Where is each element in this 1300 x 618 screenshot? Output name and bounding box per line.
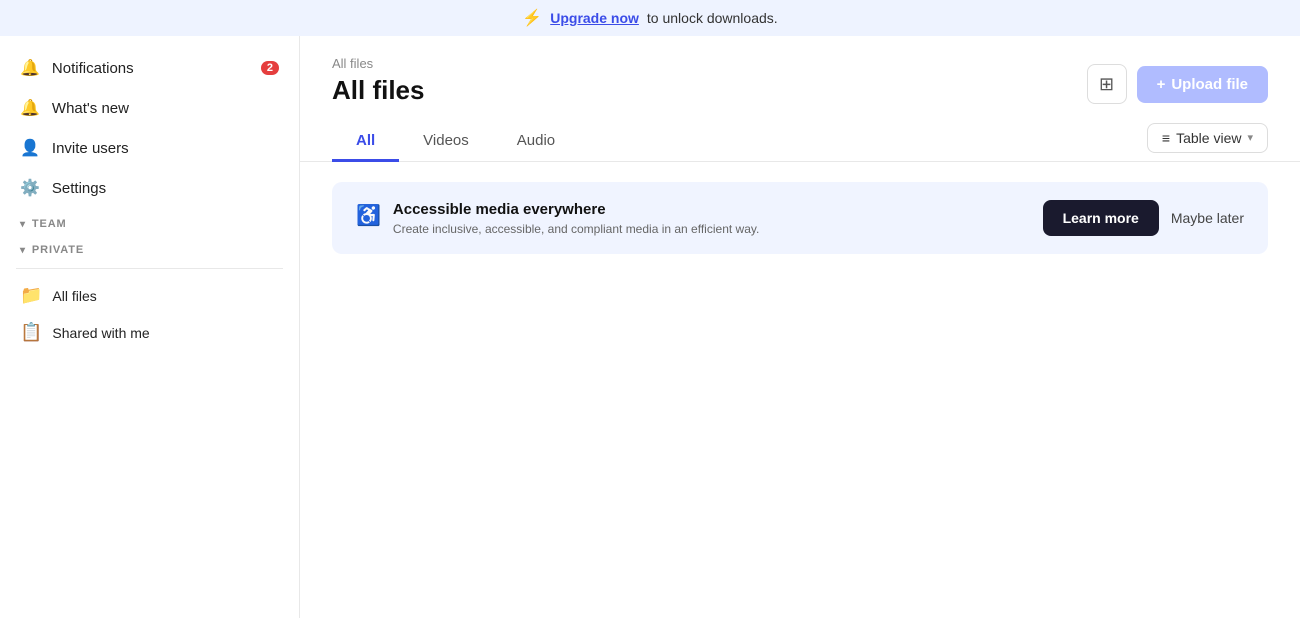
- banner-text: to unlock downloads.: [647, 10, 778, 26]
- header-actions: ⊞ + Upload file: [1087, 64, 1268, 104]
- accessibility-icon: ♿: [356, 203, 381, 228]
- chevron-down-icon: ▾: [20, 245, 26, 256]
- private-section[interactable]: ▾ PRIVATE: [0, 234, 299, 260]
- upgrade-banner: ⚡ Upgrade now to unlock downloads.: [0, 0, 1300, 36]
- breadcrumb: All files: [332, 56, 424, 71]
- team-section[interactable]: ▾ TEAM: [0, 208, 299, 234]
- tabs-left: All Videos Audio: [332, 122, 579, 161]
- content-body: ♿ Accessible media everywhere Create inc…: [300, 162, 1300, 618]
- folder-item-all-files[interactable]: 📁 All files: [0, 277, 299, 314]
- chevron-down-icon: ▾: [20, 219, 26, 230]
- sidebar-divider: [16, 268, 283, 269]
- page-title: All files: [332, 75, 424, 106]
- notification-badge: 2: [261, 61, 279, 75]
- learn-more-button[interactable]: Learn more: [1043, 200, 1159, 236]
- promo-left: ♿ Accessible media everywhere Create inc…: [356, 201, 759, 236]
- sidebar-item-label: Notifications: [52, 60, 134, 77]
- folder-icon: 📁: [20, 285, 42, 306]
- upgrade-now-link[interactable]: Upgrade now: [550, 10, 639, 26]
- sidebar-item-invite-users[interactable]: 👤 Invite users: [0, 128, 299, 168]
- promo-title: Accessible media everywhere: [393, 201, 759, 218]
- sidebar: 🔔 Notifications 2 🔔 What's new 👤 Invite …: [0, 36, 300, 618]
- promo-description: Create inclusive, accessible, and compli…: [393, 222, 759, 236]
- sidebar-item-whats-new[interactable]: 🔔 What's new: [0, 88, 299, 128]
- bolt-icon: ⚡: [522, 8, 542, 28]
- upload-file-button[interactable]: + Upload file: [1137, 66, 1268, 103]
- bell-icon: 🔔: [20, 58, 40, 78]
- folder-label: Shared with me: [52, 325, 149, 341]
- section-label: PRIVATE: [32, 244, 84, 256]
- gear-icon: ⚙️: [20, 178, 40, 198]
- list-icon: ≡: [1162, 130, 1170, 146]
- section-label: TEAM: [32, 218, 67, 230]
- content-area: All files All files ⊞ + Upload file All …: [300, 36, 1300, 618]
- folder-label: All files: [52, 288, 96, 304]
- plus-icon: +: [1157, 76, 1166, 93]
- view-switcher-button[interactable]: ≡ Table view ▾: [1147, 123, 1268, 153]
- tab-audio[interactable]: Audio: [493, 122, 579, 162]
- whats-new-icon: 🔔: [20, 98, 40, 118]
- view-switcher-label: Table view: [1176, 130, 1241, 146]
- sidebar-item-notifications[interactable]: 🔔 Notifications 2: [0, 48, 299, 88]
- sidebar-item-label: Invite users: [52, 140, 129, 157]
- chevron-down-icon: ▾: [1247, 131, 1253, 144]
- tab-all[interactable]: All: [332, 122, 399, 162]
- sidebar-item-settings[interactable]: ⚙️ Settings: [0, 168, 299, 208]
- shared-folder-icon: 📋: [20, 322, 42, 343]
- promo-actions: Learn more Maybe later: [1043, 200, 1244, 236]
- tab-videos[interactable]: Videos: [399, 122, 493, 162]
- main-layout: 🔔 Notifications 2 🔔 What's new 👤 Invite …: [0, 36, 1300, 618]
- sidebar-item-label: What's new: [52, 100, 129, 117]
- user-icon: 👤: [20, 138, 40, 158]
- folder-item-shared-with-me[interactable]: 📋 Shared with me: [0, 314, 299, 351]
- add-folder-icon: ⊞: [1099, 74, 1114, 95]
- promo-banner: ♿ Accessible media everywhere Create inc…: [332, 182, 1268, 254]
- add-to-folder-button[interactable]: ⊞: [1087, 64, 1127, 104]
- maybe-later-button[interactable]: Maybe later: [1171, 210, 1244, 226]
- tabs-bar: All Videos Audio ≡ Table view ▾: [300, 122, 1300, 162]
- upload-label: Upload file: [1171, 76, 1248, 93]
- sidebar-item-label: Settings: [52, 180, 106, 197]
- content-header: All files All files ⊞ + Upload file: [300, 36, 1300, 106]
